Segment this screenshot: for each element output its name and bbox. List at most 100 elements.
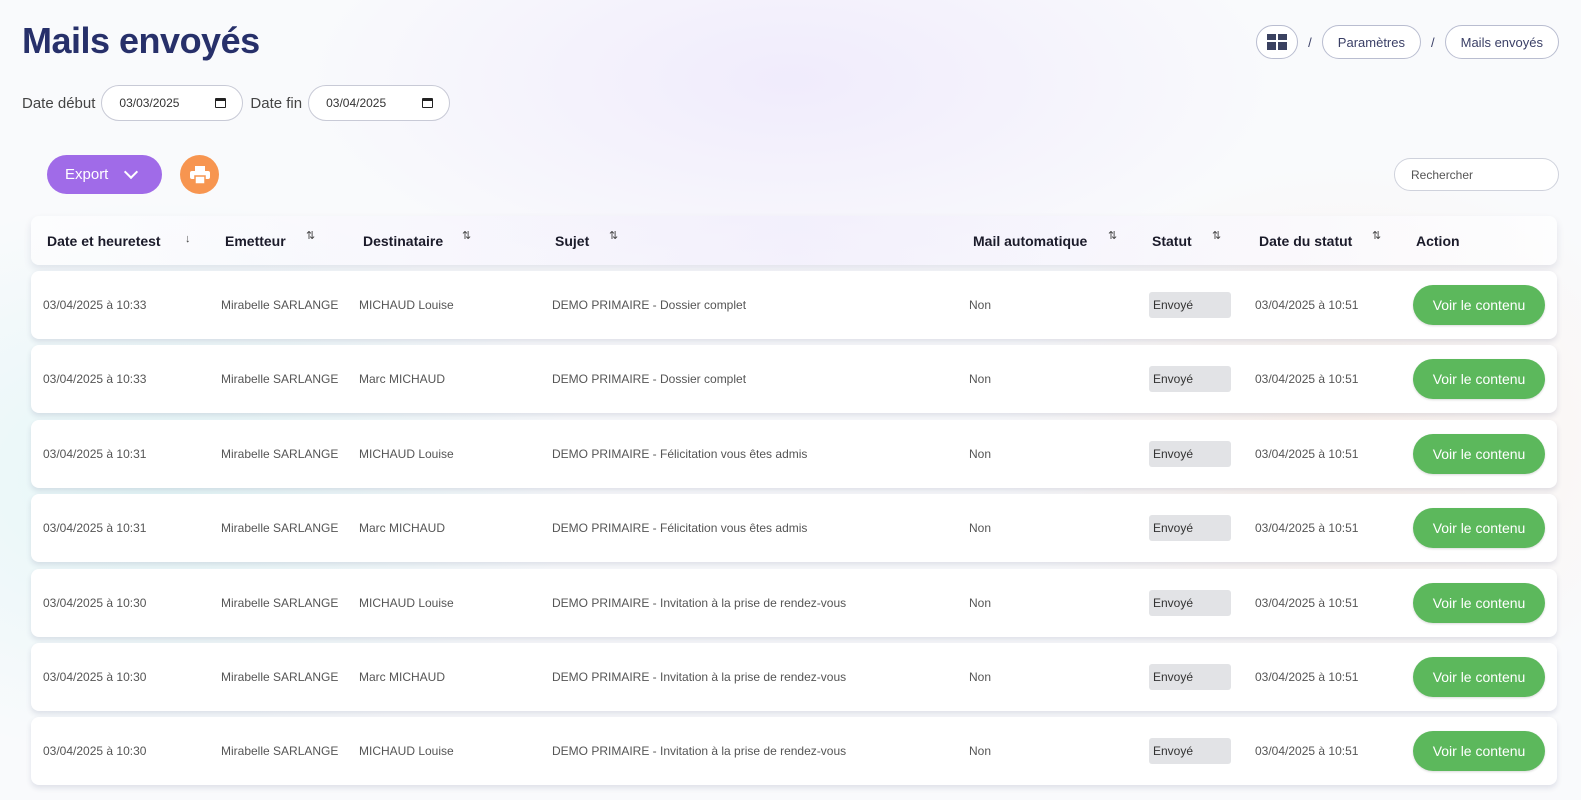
cell-status-date: 03/04/2025 à 10:51 [1255, 446, 1359, 461]
view-content-button[interactable]: Voir le contenu [1413, 731, 1545, 772]
view-content-button[interactable]: Voir le contenu [1413, 359, 1545, 400]
cell-sender: Mirabelle SARLANGE [221, 744, 339, 759]
cell-subject: DEMO PRIMAIRE - Dossier complet [552, 298, 747, 312]
cell-recipient: MICHAUD Louise [359, 595, 454, 610]
cell-action: Voir le contenu [1413, 420, 1545, 488]
page-title: Mails envoyés [22, 20, 260, 61]
cell-date: 03/04/2025 à 10:31 [43, 521, 147, 536]
cell-sender: Mirabelle SARLANGE [221, 595, 339, 610]
start-date-value: 03/03/2025 [119, 96, 180, 110]
status-badge: Envoyé [1149, 292, 1231, 318]
breadcrumb-separator: / [1308, 34, 1312, 50]
breadcrumb-separator: / [1431, 34, 1435, 50]
cell-status-date: 03/04/2025 à 10:51 [1255, 595, 1359, 610]
sort-desc-icon[interactable]: ↓ [185, 234, 191, 245]
column-header-action: Action [1416, 232, 1460, 249]
dashboard-grid-icon [1267, 34, 1288, 50]
cell-date: 03/04/2025 à 10:31 [43, 446, 147, 461]
column-header-emetteur[interactable]: Emetteur [225, 216, 286, 265]
cell-recipient: Marc MICHAUD [359, 372, 445, 387]
cell-action: Voir le contenu [1413, 569, 1545, 637]
cell-status-date: 03/04/2025 à 10:51 [1255, 521, 1359, 536]
table-row: 03/04/2025 à 10:33 Mirabelle SARLANGE MI… [31, 271, 1557, 339]
view-content-button[interactable]: Voir le contenu [1413, 508, 1545, 549]
table-row: 03/04/2025 à 10:31 Mirabelle SARLANGE MI… [31, 419, 1557, 488]
cell-date: 03/04/2025 à 10:30 [43, 595, 147, 610]
view-content-button[interactable]: Voir le contenu [1413, 285, 1545, 325]
export-label: Export [65, 166, 109, 183]
cell-recipient: MICHAUD Louise [359, 744, 454, 759]
cell-action: Voir le contenu [1413, 717, 1545, 785]
cell-recipient: Marc MICHAUD [359, 521, 445, 536]
cell-subject: DEMO PRIMAIRE - Invitation à la prise de… [552, 744, 847, 759]
column-header-destinataire[interactable]: Destinataire [363, 216, 443, 265]
cell-auto: Non [969, 669, 992, 684]
cell-date: 03/04/2025 à 10:30 [43, 669, 147, 684]
table-header: Date et heuretest ↓ Emetteur ⇅ Destinata… [31, 216, 1557, 265]
cell-action: Voir le contenu [1413, 494, 1545, 562]
cell-auto: Non [969, 744, 992, 759]
sort-arrows-icon[interactable]: ⇅ [306, 231, 315, 242]
cell-subject: DEMO PRIMAIRE - Félicitation vous êtes a… [552, 521, 808, 536]
table-row: 03/04/2025 à 10:30 Mirabelle SARLANGE MI… [31, 717, 1557, 786]
breadcrumb-parametres[interactable]: Paramètres [1321, 25, 1421, 59]
status-badge: Envoyé [1149, 515, 1231, 542]
start-date-label: Date début [22, 94, 96, 112]
cell-recipient: Marc MICHAUD [359, 669, 445, 684]
cell-status: Envoyé [1149, 643, 1231, 711]
column-header-date[interactable]: Date et heuretest [47, 216, 161, 265]
export-button[interactable]: Export [47, 155, 162, 194]
cell-status-date: 03/04/2025 à 10:51 [1255, 298, 1359, 312]
sort-arrows-icon[interactable]: ⇅ [1212, 231, 1221, 242]
cell-auto: Non [969, 372, 992, 387]
printer-icon [189, 165, 210, 184]
breadcrumb-mails-envoyes[interactable]: Mails envoyés [1444, 25, 1559, 59]
table-row: 03/04/2025 à 10:30 Mirabelle SARLANGE Ma… [31, 642, 1557, 711]
cell-status: Envoyé [1149, 569, 1231, 637]
cell-status-date: 03/04/2025 à 10:51 [1255, 669, 1359, 684]
column-header-statut[interactable]: Statut [1152, 216, 1192, 265]
cell-auto: Non [969, 595, 992, 610]
sort-arrows-icon[interactable]: ⇅ [1372, 231, 1381, 242]
calendar-icon[interactable] [422, 98, 434, 108]
start-date-input[interactable]: 03/03/2025 [101, 85, 244, 121]
view-content-button[interactable]: Voir le contenu [1413, 582, 1545, 623]
breadcrumb-home[interactable] [1256, 25, 1299, 59]
cell-recipient: MICHAUD Louise [359, 446, 454, 461]
print-button[interactable] [180, 155, 219, 194]
cell-status-date: 03/04/2025 à 10:51 [1255, 744, 1359, 759]
status-badge: Envoyé [1149, 663, 1231, 690]
end-date-input[interactable]: 03/04/2025 [308, 85, 451, 121]
table-row: 03/04/2025 à 10:30 Mirabelle SARLANGE MI… [31, 568, 1557, 637]
status-badge: Envoyé [1149, 738, 1231, 765]
sort-arrows-icon[interactable]: ⇅ [462, 231, 471, 242]
cell-action: Voir le contenu [1413, 643, 1545, 711]
search-input[interactable] [1394, 158, 1559, 191]
view-content-button[interactable]: Voir le contenu [1413, 433, 1545, 474]
cell-sender: Mirabelle SARLANGE [221, 298, 339, 312]
cell-subject: DEMO PRIMAIRE - Invitation à la prise de… [552, 669, 847, 684]
cell-subject: DEMO PRIMAIRE - Dossier complet [552, 372, 747, 387]
view-content-button[interactable]: Voir le contenu [1413, 656, 1545, 697]
cell-status: Envoyé [1149, 271, 1231, 339]
column-header-sujet[interactable]: Sujet [555, 216, 589, 265]
cell-status: Envoyé [1149, 717, 1231, 785]
sort-arrows-icon[interactable]: ⇅ [609, 231, 618, 242]
end-date-label: Date fin [250, 94, 303, 112]
cell-sender: Mirabelle SARLANGE [221, 372, 339, 387]
cell-action: Voir le contenu [1413, 271, 1545, 339]
column-header-mail-automatique[interactable]: Mail automatique [973, 216, 1087, 265]
cell-date: 03/04/2025 à 10:30 [43, 744, 147, 759]
sort-arrows-icon[interactable]: ⇅ [1108, 231, 1117, 242]
date-filter: Date début 03/03/2025 Date fin 03/04/202… [22, 85, 457, 121]
cell-date: 03/04/2025 à 10:33 [43, 372, 147, 387]
cell-auto: Non [969, 298, 992, 312]
cell-status: Envoyé [1149, 494, 1231, 562]
cell-action: Voir le contenu [1413, 345, 1545, 413]
breadcrumb: / Paramètres / Mails envoyés [1256, 25, 1559, 59]
cell-auto: Non [969, 446, 992, 461]
status-badge: Envoyé [1149, 366, 1231, 393]
column-header-date-du-statut[interactable]: Date du statut [1259, 216, 1352, 265]
calendar-icon[interactable] [215, 98, 227, 108]
cell-subject: DEMO PRIMAIRE - Félicitation vous êtes a… [552, 446, 808, 461]
